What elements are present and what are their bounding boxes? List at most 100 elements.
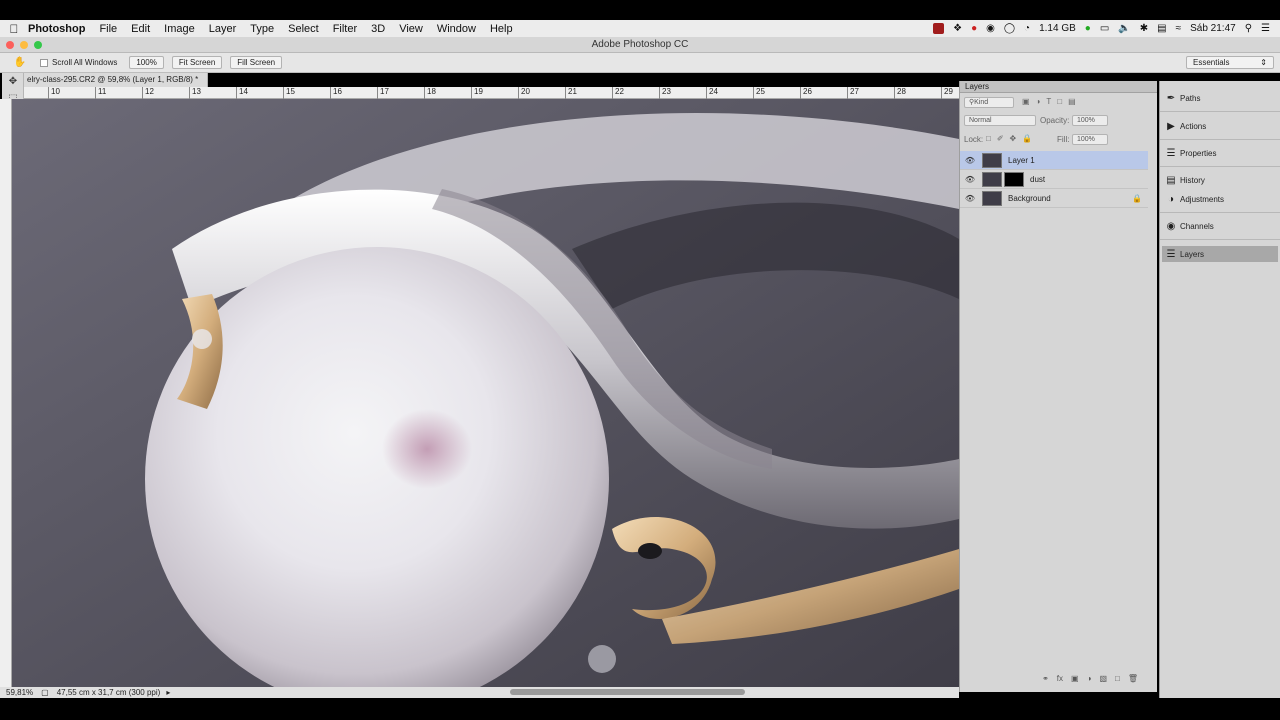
layer-name: dust [1030,174,1046,184]
layer-row-background[interactable]: 👁 Background 🔒 [960,189,1148,208]
status-circle-icon[interactable]: ◯ [1004,23,1015,34]
status-green-icon[interactable]: ● [1085,23,1091,34]
new-layer-icon[interactable]: □ [1115,674,1120,686]
visibility-eye-icon[interactable]: 👁 [960,175,980,184]
dock-properties[interactable]: ☰ Properties [1162,145,1278,161]
options-bar: ✋ Scroll All Windows 100% Fit Screen Fil… [0,53,1280,73]
move-tool-icon[interactable]: ✥ [2,73,24,90]
zoom-tool-preset-icon[interactable]: ✋ [0,57,40,68]
status-menu-arrow-icon[interactable]: ▸ [166,687,170,698]
airplay-icon[interactable]: ▭ [1100,23,1109,34]
menu-layer[interactable]: Layer [209,23,237,35]
dropbox-icon[interactable]: ❖ [953,23,962,34]
workspace-select[interactable]: Essentials ⇕ [1186,56,1274,69]
layer-name: Background [1008,193,1051,203]
document-dimensions[interactable]: 47,55 cm x 31,7 cm (300 ppi) [57,687,161,698]
ruler-tick-label: 13 [189,87,201,99]
divider [1160,166,1280,167]
visibility-eye-icon[interactable]: 👁 [960,194,980,203]
layer-style-icon[interactable]: fx [1057,674,1063,686]
layers-icon: ☰ [1166,248,1176,260]
status-red-icon[interactable]: ● [971,23,977,34]
checkbox-icon[interactable] [40,58,48,67]
document-tab-label: elry-class-295.CR2 @ 59,8% (Layer 1, RGB… [27,75,199,84]
lock-icons[interactable]: □✐✥🔒 [986,134,1038,143]
divider [1160,139,1280,140]
ruler-tick-label: 25 [753,87,765,99]
fit-screen-button[interactable]: Fit Screen [171,56,223,69]
layer-row-layer-1[interactable]: 👁 Layer 1 [960,151,1148,170]
horizontal-ruler[interactable]: 10 11 12 13 14 15 16 17 18 19 20 21 22 23 24 25 26 27 28 29 [24,87,959,99]
share-icon[interactable]: ▢ [41,687,49,698]
dock-label: Paths [1180,93,1201,103]
actions-icon: ▶ [1167,120,1175,132]
clock[interactable]: Sáb 21:47 [1190,23,1236,34]
dock-layers[interactable]: ☰ Layers [1162,246,1278,262]
status-glasses-icon[interactable]: ◉ [986,23,995,34]
menu-image[interactable]: Image [164,23,195,35]
dock-channels[interactable]: ◉ Channels [1162,218,1278,234]
fill-screen-button[interactable]: Fill Screen [230,56,283,69]
ruler-tick-label: 26 [800,87,812,99]
minimize-window-icon[interactable] [20,41,28,49]
wifi-icon[interactable]: ≈ [1176,23,1182,34]
layer-filter-kind[interactable]: ⚲Kind [964,97,1014,108]
layer-filter-icons[interactable]: ▣◑T□▤ [1022,97,1082,106]
divider [1160,212,1280,213]
app-menu[interactable]: Photoshop [28,23,85,35]
zoom-window-icon[interactable] [34,41,42,49]
layer-row-dust[interactable]: 👁 dust [960,170,1148,189]
notification-center-icon[interactable]: ☰ [1261,23,1270,34]
blend-mode-select[interactable]: Normal [964,115,1036,126]
menu-help[interactable]: Help [490,23,513,35]
menu-filter[interactable]: Filter [333,23,357,35]
dock-paths[interactable]: ✒ Paths [1162,90,1278,106]
menu-type[interactable]: Type [250,23,274,35]
ruler-tick-label: 28 [894,87,906,99]
status-bar: 59,81% ▢ 47,55 cm x 31,7 cm (300 ppi) ▸ [0,687,959,698]
layers-footer: ⚭ fx ▣ ◑ ▧ □ 🗑 [960,674,1148,686]
fill-field[interactable]: 100% [1072,134,1108,145]
scroll-all-label: Scroll All Windows [52,58,118,67]
close-window-icon[interactable] [6,41,14,49]
volume-icon[interactable]: 🔈 [1118,23,1130,34]
horizontal-scrollbar[interactable] [510,689,745,695]
display-icon[interactable]: ▤ [1157,23,1166,34]
ruler-tick-label: 11 [95,87,106,99]
zoom-readout[interactable]: 59,81% [6,687,33,698]
scroll-all-windows-option[interactable]: Scroll All Windows [40,58,117,67]
delete-layer-icon[interactable]: 🗑 [1128,674,1138,686]
layer-thumbnail [982,152,1002,168]
spotlight-icon[interactable]: ⚲ [1245,23,1252,34]
menu-file[interactable]: File [99,23,117,35]
dock-adjustments[interactable]: ◑ Adjustments [1162,191,1278,207]
memory-icon[interactable]: ◔ [1024,23,1030,34]
layers-panel-tab[interactable]: Layers [960,81,1157,93]
status-app-icon[interactable] [933,23,945,34]
adjustment-layer-icon[interactable]: ◑ [1087,674,1092,686]
zoom-100-button[interactable]: 100% [129,56,164,69]
opacity-field[interactable]: 100% [1072,115,1108,126]
menu-select[interactable]: Select [288,23,319,35]
fill-label: Fill: [1057,135,1070,144]
bluetooth-icon[interactable]: ✱ [1140,23,1148,34]
properties-icon: ☰ [1166,147,1176,159]
menu-3d[interactable]: 3D [371,23,385,35]
link-layers-icon[interactable]: ⚭ [1042,674,1049,686]
dock-history[interactable]: ▤ History [1162,172,1278,188]
menu-window[interactable]: Window [437,23,476,35]
document-tab[interactable]: elry-class-295.CR2 @ 59,8% (Layer 1, RGB… [24,73,208,87]
ruler-tick-label: 12 [142,87,154,99]
document-canvas[interactable] [12,99,959,687]
menu-edit[interactable]: Edit [131,23,150,35]
apple-menu-icon[interactable]:  [0,22,28,36]
dock-label: History [1180,175,1205,185]
add-mask-icon[interactable]: ▣ [1071,674,1079,686]
new-group-icon[interactable]: ▧ [1099,674,1107,686]
visibility-eye-icon[interactable]: 👁 [960,156,980,165]
menu-view[interactable]: View [399,23,423,35]
ruler-tick-label: 21 [565,87,577,99]
dock-actions[interactable]: ▶ Actions [1162,118,1278,134]
vertical-ruler[interactable] [0,99,12,687]
memory-readout[interactable]: 1.14 GB [1039,23,1076,34]
